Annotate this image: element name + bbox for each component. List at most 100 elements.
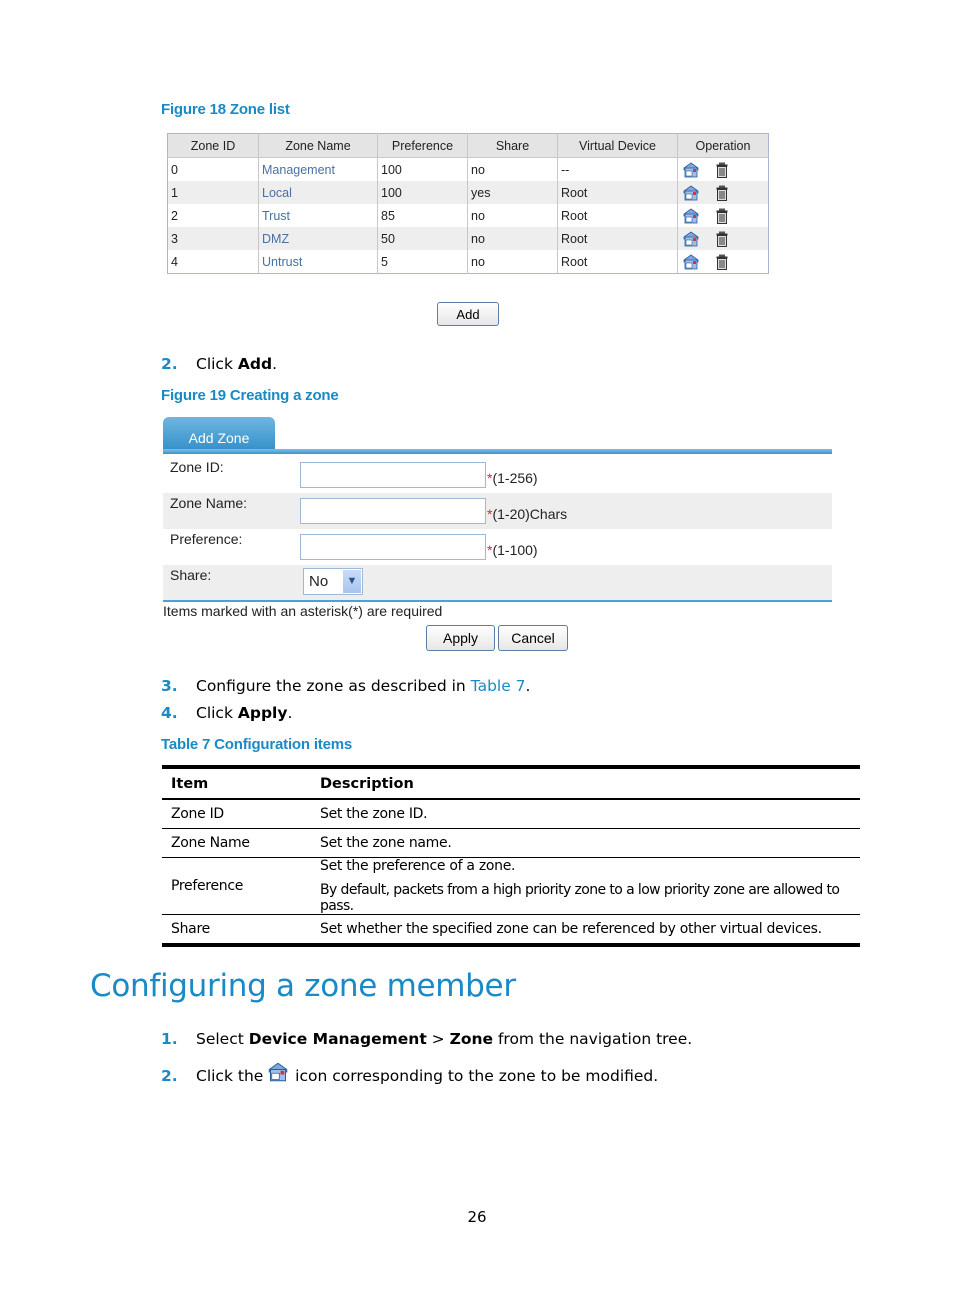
step-number: 2. <box>161 355 178 373</box>
share-label: Share: <box>170 567 212 583</box>
zone-name-input[interactable] <box>300 498 486 524</box>
share-cell: no <box>467 227 558 250</box>
item-cell: Zone Name <box>162 828 311 858</box>
delete-icon[interactable] <box>716 162 728 178</box>
table-7-caption: Table 7 Configuration items <box>161 736 353 753</box>
step-text: > <box>426 1030 450 1048</box>
operation-cell <box>677 204 769 227</box>
add-button[interactable]: Add <box>437 302 499 326</box>
share-select[interactable]: No ▼ <box>303 568 363 595</box>
step-number: 3. <box>161 677 178 695</box>
zone-name-link[interactable]: DMZ <box>262 232 289 246</box>
operation-cell <box>677 227 769 250</box>
step-4: 4. Click Apply. <box>161 704 292 722</box>
zone-name-hint: *(1-20)Chars <box>487 506 567 522</box>
delete-icon[interactable] <box>716 185 728 201</box>
column-header-share[interactable]: Share <box>467 133 558 158</box>
preference-row: Preference: *(1-100) <box>163 529 832 565</box>
page-number: 26 <box>467 1208 487 1226</box>
column-header-zone-id[interactable]: Zone ID <box>167 133 259 158</box>
column-header-item: Item <box>162 765 311 800</box>
preference-hint: *(1-100) <box>487 542 538 558</box>
step-number: 2. <box>161 1067 178 1085</box>
zone-table-header: Zone ID Zone Name Preference Share Virtu… <box>167 133 769 158</box>
table-row: Share Set whether the specified zone can… <box>162 914 860 947</box>
edit-icon[interactable] <box>683 231 699 247</box>
preference-input[interactable] <box>300 534 486 560</box>
delete-icon[interactable] <box>716 254 728 270</box>
step-suffix: . <box>272 355 277 373</box>
apply-button[interactable]: Apply <box>426 625 495 651</box>
table-header-row: Item Description <box>162 765 860 800</box>
edit-icon[interactable] <box>683 254 699 270</box>
table-row: Zone Name Set the zone name. <box>162 828 860 858</box>
zone-name-link[interactable]: Untrust <box>262 255 302 269</box>
share-cell: no <box>467 157 558 181</box>
step-text: Click the <box>196 1067 269 1085</box>
step-number: 4. <box>161 704 178 722</box>
edit-icon[interactable] <box>683 208 699 224</box>
configuration-items-table: Item Description Zone ID Set the zone ID… <box>162 765 860 947</box>
table-row: 0 Management 100 no -- <box>168 157 769 181</box>
zone-id-input[interactable] <box>300 462 486 488</box>
zone-name-link[interactable]: Management <box>262 163 335 177</box>
share-cell: no <box>467 204 558 227</box>
step-text: Configure the zone as described in <box>196 677 471 695</box>
zone-name-cell: DMZ <box>258 227 378 250</box>
edit-icon[interactable] <box>683 162 699 178</box>
step-suffix: . <box>525 677 531 695</box>
step-text: Select <box>196 1030 249 1048</box>
zone-id-cell: 4 <box>171 254 178 269</box>
table-7-link[interactable]: Table 7 <box>471 677 526 695</box>
item-cell: Share <box>162 914 311 947</box>
preference-cell: 100 <box>377 157 468 181</box>
step-number: 1. <box>161 1030 178 1048</box>
table-row: 1 Local 100 yes Root <box>167 181 769 204</box>
column-header-virtual-device[interactable]: Virtual Device <box>557 133 678 158</box>
delete-icon[interactable] <box>716 208 728 224</box>
zone-id-cell: 0 <box>171 162 178 177</box>
step-text: Click <box>196 704 238 722</box>
zone-id-label: Zone ID: <box>170 459 224 475</box>
table-row: 3 DMZ 50 no Root <box>167 227 769 250</box>
virtual-device-cell: Root <box>557 227 678 250</box>
description-cell: Set whether the specified zone can be re… <box>311 914 860 947</box>
edit-icon <box>268 1062 290 1086</box>
zone-name-link[interactable]: Local <box>262 186 292 200</box>
zone-name-link[interactable]: Trust <box>262 209 290 223</box>
step-2: 2. Click Add. <box>161 355 277 373</box>
column-header-description: Description <box>311 765 860 800</box>
description-line: By default, packets from a high priority… <box>320 882 840 914</box>
column-header-preference[interactable]: Preference <box>377 133 468 158</box>
figure-18-caption: Figure 18 Zone list <box>161 101 290 118</box>
zone-id-cell: 2 <box>171 208 178 223</box>
zone-id-row: Zone ID: *(1-256) <box>163 457 832 493</box>
zone-name-row: Zone Name: *(1-20)Chars <box>163 493 832 529</box>
virtual-device-cell: Root <box>557 250 678 274</box>
member-step-2: 2. Click the icon corresponding to the zo… <box>161 1062 658 1086</box>
preference-label: Preference: <box>170 531 243 547</box>
figure-19-caption: Figure 19 Creating a zone <box>161 387 339 404</box>
zone-name-cell: Untrust <box>258 250 378 274</box>
description-cell: Set the zone ID. <box>311 799 860 829</box>
chevron-down-icon[interactable]: ▼ <box>343 570 361 593</box>
zone-name-cell: Trust <box>258 204 378 227</box>
step-text: Click <box>196 355 238 373</box>
member-step-1: 1. Select Device Management > Zone from t… <box>161 1030 692 1048</box>
cancel-button[interactable]: Cancel <box>498 625 568 651</box>
preference-cell: 5 <box>377 250 468 274</box>
hint-text: (1-20)Chars <box>492 506 568 522</box>
tab-underline <box>163 449 832 454</box>
zone-name-label: Zone Name: <box>170 495 248 511</box>
column-header-zone-name[interactable]: Zone Name <box>258 133 378 158</box>
table-row: Preference Set the preference of a zone.… <box>162 857 860 915</box>
edit-icon[interactable] <box>683 185 699 201</box>
step-bold-text: Zone <box>449 1030 494 1048</box>
form-bottom-divider <box>163 600 832 602</box>
step-suffix: icon corresponding to the zone to be mod… <box>290 1067 659 1085</box>
description-cell: Set the preference of a zone. By default… <box>311 857 860 915</box>
step-suffix: from the navigation tree. <box>493 1030 693 1048</box>
delete-icon[interactable] <box>716 231 728 247</box>
table-row: Zone ID Set the zone ID. <box>162 799 860 829</box>
share-row: Share: No ▼ <box>163 565 832 601</box>
